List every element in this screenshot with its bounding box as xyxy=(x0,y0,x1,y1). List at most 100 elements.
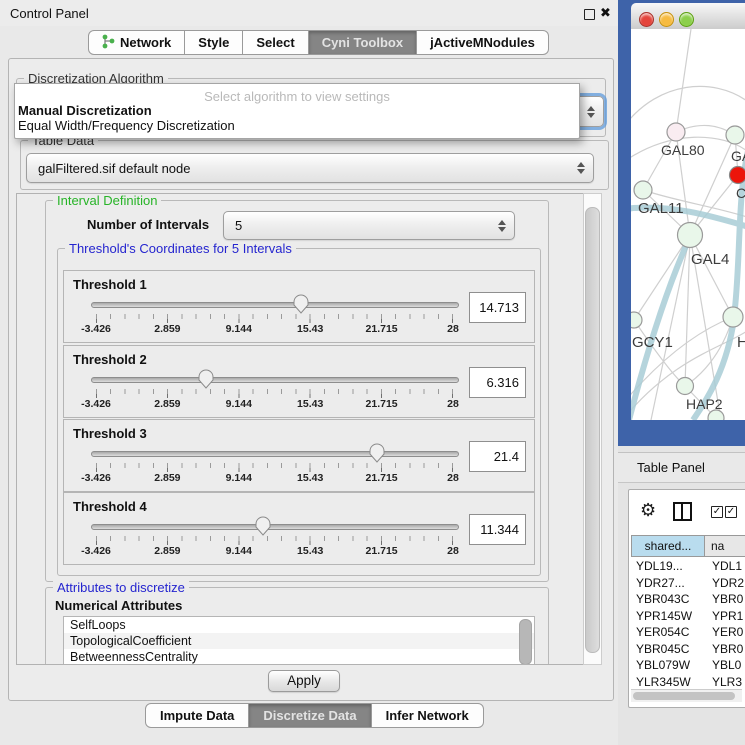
number-of-intervals-value: 5 xyxy=(224,218,497,233)
attributes-group-label: Attributes to discretize xyxy=(53,581,189,594)
threshold-1-label: Threshold 1 xyxy=(73,277,147,292)
table-row[interactable]: YDR27...YDR2 xyxy=(631,575,745,592)
threshold-2-slider-track[interactable] xyxy=(91,377,459,383)
node-label-gal11: GAL11 xyxy=(638,200,684,217)
node-label-hap2: HAP2 xyxy=(686,396,723,412)
network-window-titlebar[interactable] xyxy=(631,3,745,30)
slider-scale-labels: -3.426 2.859 9.144 15.43 21.715 28 xyxy=(96,472,453,485)
threshold-row-2: Threshold 2 -3.426 2.859 9.144 15.43 21.… xyxy=(63,345,535,418)
column-header-shared-name[interactable]: shared... xyxy=(631,535,705,557)
node-gal80[interactable] xyxy=(667,123,685,141)
table-panel-header: Table Panel xyxy=(618,452,745,483)
number-of-intervals-combobox[interactable]: 5 xyxy=(223,211,515,240)
table-column-headers: shared... na xyxy=(631,535,745,557)
list-item[interactable]: BetweennessCentrality xyxy=(64,649,534,665)
threshold-1-value-field[interactable]: 14.713 xyxy=(469,292,526,323)
table-panel-title: Table Panel xyxy=(637,460,705,475)
combo-arrows-icon xyxy=(576,162,585,174)
list-item[interactable]: TopologicalCoefficient xyxy=(64,633,534,649)
threshold-4-slider-thumb[interactable] xyxy=(255,516,271,536)
application-window: Control Panel ✖ Network Style Select C xyxy=(0,0,745,745)
table-row[interactable]: YDL19...YDL1 xyxy=(631,558,745,575)
settings-scroll-area: Interval Definition Number of Intervals … xyxy=(16,193,584,665)
mac-zoom-icon[interactable] xyxy=(679,12,694,27)
table-row[interactable]: YBR045CYBR0 xyxy=(631,641,745,658)
checkbox-columns-icon[interactable]: ✓ xyxy=(725,506,737,518)
table-row[interactable]: YBR043CYBR0 xyxy=(631,591,745,608)
table-row[interactable]: YBL079WYBL0 xyxy=(631,657,745,674)
table-horizontal-scrollbar-thumb[interactable] xyxy=(633,692,735,700)
dropdown-item-equal-width-frequency[interactable]: Equal Width/Frequency Discretization xyxy=(18,118,235,133)
list-scrollbar[interactable] xyxy=(519,619,532,665)
control-panel-title: Control Panel xyxy=(10,6,89,21)
table-row[interactable]: YER054CYER0 xyxy=(631,624,745,641)
tab-discretize-data[interactable]: Discretize Data xyxy=(249,703,371,728)
node-hap2[interactable] xyxy=(677,378,694,395)
threshold-4-slider-track[interactable] xyxy=(91,524,459,530)
threshold-row-1: Threshold 1 -3.426 2.859 9.144 15.43 21.… xyxy=(63,270,535,343)
numerical-attributes-list[interactable]: SelfLoops TopologicalCoefficient Between… xyxy=(63,616,535,665)
node-label-ga: GA xyxy=(731,148,745,164)
table-data-selected-value: galFiltered.sif default node xyxy=(27,161,576,176)
apply-button[interactable]: Apply xyxy=(268,670,340,692)
tab-select[interactable]: Select xyxy=(243,30,308,55)
tab-style[interactable]: Style xyxy=(185,30,243,55)
checkbox-columns-icon[interactable]: ✓ xyxy=(711,506,723,518)
dropdown-item-manual-discretization[interactable]: Manual Discretization xyxy=(18,103,152,118)
threshold-2-value-field[interactable]: 6.316 xyxy=(469,367,526,398)
threshold-3-slider-thumb[interactable] xyxy=(369,443,385,463)
network-view[interactable]: GAL80 GA C GAL11 GAL4 GCY1 H HAP2 xyxy=(631,29,745,420)
table-horizontal-scrollbar[interactable] xyxy=(631,689,742,702)
thresholds-group-label: Threshold's Coordinates for 5 Intervals xyxy=(65,242,296,255)
tab-impute-data[interactable]: Impute Data xyxy=(145,703,249,728)
table-row[interactable]: YPR145WYPR1 xyxy=(631,608,745,625)
mac-close-icon[interactable] xyxy=(639,12,654,27)
mac-minimize-icon[interactable] xyxy=(659,12,674,27)
settings-scrollbar-thumb[interactable] xyxy=(585,207,600,653)
slider-minor-ticks xyxy=(96,314,453,319)
node-label-c: C xyxy=(736,185,745,201)
close-icon[interactable]: ✖ xyxy=(600,5,611,21)
threshold-1-slider-thumb[interactable] xyxy=(293,294,309,314)
slider-scale-labels: -3.426 2.859 9.144 15.43 21.715 28 xyxy=(96,323,453,336)
cyni-mode-tabs: Impute Data Discretize Data Infer Networ… xyxy=(145,703,484,728)
slider-minor-ticks xyxy=(96,536,453,541)
slider-scale-labels: -3.426 2.859 9.144 15.43 21.715 28 xyxy=(96,398,453,411)
threshold-row-3: Threshold 3 -3.426 2.859 9.144 15.43 21.… xyxy=(63,419,535,492)
threshold-3-slider-track[interactable] xyxy=(91,451,459,457)
node-gcy1[interactable] xyxy=(631,312,642,328)
float-window-icon[interactable] xyxy=(584,9,595,20)
control-panel-titlebar: Control Panel ✖ xyxy=(0,0,618,26)
node-label-gal4: GAL4 xyxy=(691,251,729,268)
table-row[interactable]: YLR345WYLR3 xyxy=(631,674,745,691)
threshold-4-value-field[interactable]: 11.344 xyxy=(469,514,526,545)
node-h[interactable] xyxy=(723,307,743,327)
node-gal4[interactable] xyxy=(678,223,703,248)
gear-icon[interactable]: ⚙ xyxy=(640,500,656,521)
dropdown-hint: Select algorithm to view settings xyxy=(15,89,579,104)
tab-network[interactable]: Network xyxy=(88,30,185,55)
slider-minor-ticks xyxy=(96,463,453,468)
node-red-selected[interactable] xyxy=(730,167,745,184)
threshold-2-slider-thumb[interactable] xyxy=(198,369,214,389)
list-item[interactable]: SelfLoops xyxy=(64,617,534,633)
combo-arrows-icon xyxy=(497,220,506,232)
numerical-attributes-label: Numerical Attributes xyxy=(55,598,182,613)
number-of-intervals-label: Number of Intervals xyxy=(87,217,209,232)
threshold-4-label: Threshold 4 xyxy=(73,499,147,514)
threshold-2-label: Threshold 2 xyxy=(73,352,147,367)
tab-cyni-toolbox[interactable]: Cyni Toolbox xyxy=(309,30,417,55)
split-columns-icon[interactable] xyxy=(673,502,692,521)
node-gal11[interactable] xyxy=(634,181,652,199)
threshold-row-4: Threshold 4 -3.426 2.859 9.144 15.43 21.… xyxy=(63,492,535,565)
tab-infer-network[interactable]: Infer Network xyxy=(372,703,484,728)
table-data-combobox[interactable]: galFiltered.sif default node xyxy=(26,153,594,183)
settings-scrollbar[interactable] xyxy=(583,193,602,665)
algorithm-dropdown-popup: Select algorithm to view settings Manual… xyxy=(14,83,580,139)
threshold-3-value-field[interactable]: 21.4 xyxy=(469,441,526,472)
node-green[interactable] xyxy=(726,126,744,144)
column-header-name[interactable]: na xyxy=(705,535,745,557)
tab-jactivemnodules[interactable]: jActiveMNodules xyxy=(417,30,549,55)
node-label-gcy1: GCY1 xyxy=(632,334,673,351)
threshold-1-slider-track[interactable] xyxy=(91,302,459,308)
